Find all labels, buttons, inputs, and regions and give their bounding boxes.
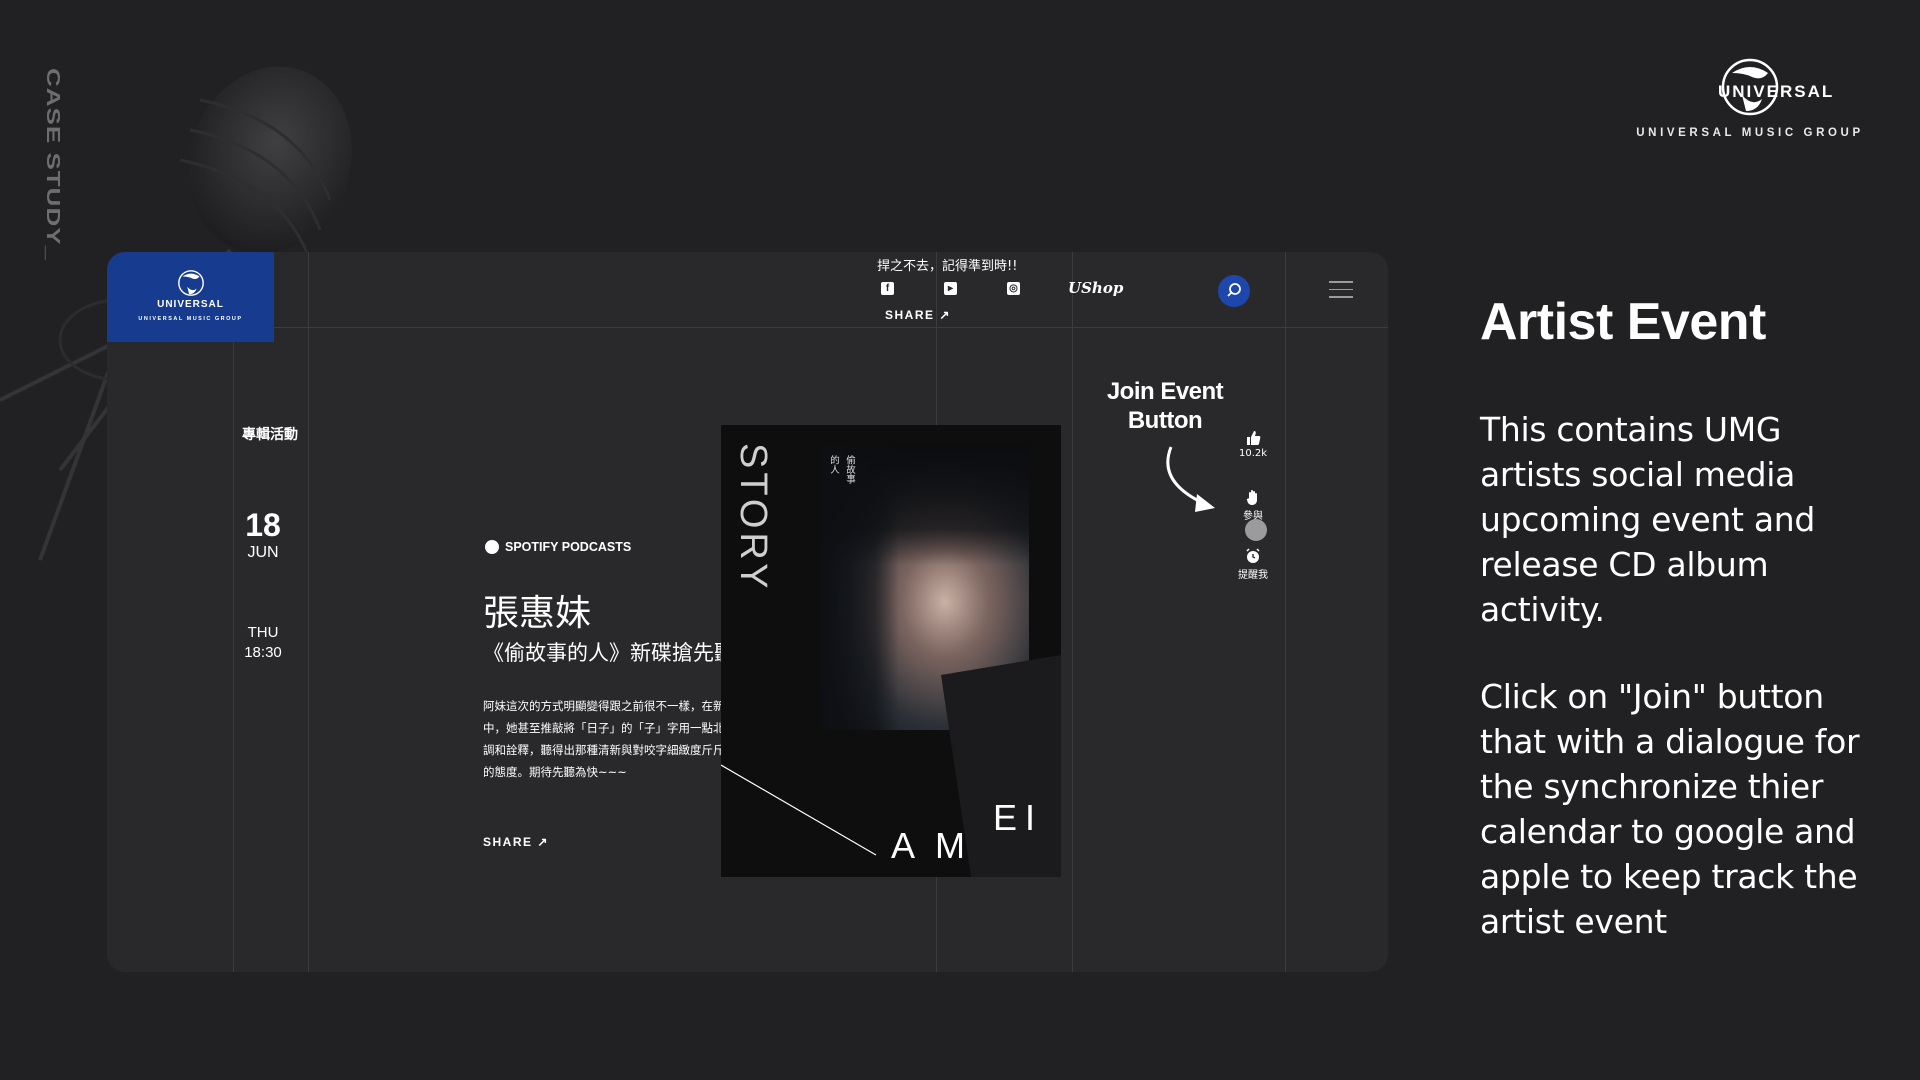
cover-amei-text: A M bbox=[891, 825, 972, 866]
event-day: 18 bbox=[245, 507, 281, 543]
article-description: 阿妹這次的方式明顯變得跟之前很不一樣，在新碟中，她甚至推敲將「日子」的「子」字用… bbox=[483, 699, 748, 779]
category-label: 專輯活動 bbox=[242, 427, 298, 443]
join-action[interactable]: 參與 bbox=[1230, 489, 1276, 522]
event-weekday: THU bbox=[247, 624, 279, 641]
cover-ei-text: EI bbox=[993, 797, 1044, 838]
join-event-annotation: Join Event Button bbox=[1106, 378, 1224, 434]
spotify-icon bbox=[485, 540, 499, 554]
globe-icon bbox=[177, 270, 204, 296]
search-icon bbox=[1227, 283, 1241, 297]
youtube-icon[interactable]: ▸ bbox=[944, 282, 957, 295]
album-cover: STORY 的人 偷故事 A M EI bbox=[721, 425, 1061, 877]
event-month: JUN bbox=[247, 544, 279, 561]
instagram-icon[interactable]: ◎ bbox=[1007, 282, 1020, 295]
article-subtitle: 《偷故事的人》新碟搶先聽 bbox=[483, 641, 735, 665]
brand-wordmark: UNIVERSAL bbox=[1718, 82, 1835, 101]
description-paragraph-2: Click on "Join" button that with a dialo… bbox=[1480, 677, 1860, 941]
ushop-link[interactable]: UShop bbox=[1068, 279, 1123, 297]
mockup-logo[interactable]: UNIVERSAL UNIVERSAL MUSIC GROUP bbox=[107, 252, 274, 342]
event-time: 18:30 bbox=[244, 644, 282, 661]
thumbs-up-icon bbox=[1247, 431, 1261, 445]
mockup-logo-wordmark: UNIVERSAL bbox=[157, 299, 224, 310]
brand-logo: UNIVERSAL UNIVERSAL MUSIC GROUP bbox=[1620, 55, 1880, 165]
alarm-clock-icon bbox=[1246, 548, 1260, 563]
section-title: Artist Event bbox=[1480, 293, 1766, 351]
source-tag: SPOTIFY PODCASTS bbox=[485, 540, 631, 554]
like-action[interactable]: 10.2k bbox=[1230, 430, 1276, 459]
hamburger-menu-icon[interactable] bbox=[1329, 281, 1353, 299]
hand-icon bbox=[1246, 490, 1257, 505]
brand-group-name: UNIVERSAL MUSIC GROUP bbox=[1636, 127, 1864, 139]
mockup-logo-group: UNIVERSAL MUSIC GROUP bbox=[138, 316, 243, 322]
header-slogan: 捍之不去，記得準到時!! bbox=[877, 259, 1018, 274]
search-button[interactable] bbox=[1218, 275, 1250, 307]
remind-label: 提醒我 bbox=[1238, 570, 1268, 581]
mouse-cursor bbox=[1245, 519, 1267, 541]
website-mockup: UNIVERSAL UNIVERSAL MUSIC GROUP 捍之不去，記得準… bbox=[107, 252, 1388, 972]
globe-icon: UNIVERSAL bbox=[1718, 55, 1835, 119]
artist-name: 張惠妹 bbox=[483, 593, 592, 634]
description-paragraph-1: This contains UMG artists social media u… bbox=[1480, 410, 1816, 629]
article-share-link[interactable]: SHARE ↗ bbox=[483, 835, 549, 849]
case-study-label: CASE STUDY_ bbox=[42, 68, 64, 262]
like-count: 10.2k bbox=[1238, 448, 1268, 459]
source-label: SPOTIFY PODCASTS bbox=[505, 540, 632, 554]
facebook-icon[interactable]: f bbox=[881, 282, 894, 295]
arrow-annotation-icon bbox=[1166, 446, 1215, 512]
header-share-link[interactable]: SHARE ↗ bbox=[885, 308, 951, 322]
remind-action[interactable]: 提醒我 bbox=[1230, 548, 1276, 581]
